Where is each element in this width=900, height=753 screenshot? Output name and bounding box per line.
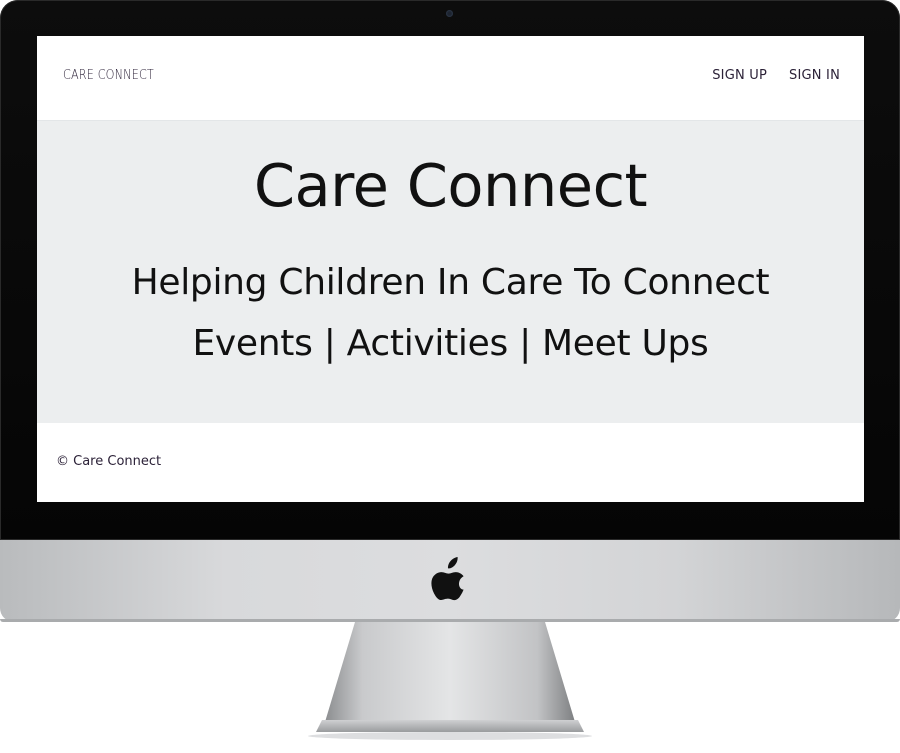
monitor-mockup: CARE CONNECT SIGN UP SIGN IN Care Connec… — [0, 0, 900, 753]
hero-subtitle: Helping Children In Care To Connect — [131, 262, 770, 303]
hero-tagline: Events | Activities | Meet Ups — [192, 323, 709, 364]
website-screen: CARE CONNECT SIGN UP SIGN IN Care Connec… — [37, 36, 864, 502]
monitor-stand — [308, 622, 592, 740]
apple-logo-icon — [431, 557, 464, 601]
copyright-text: © Care Connect — [56, 454, 162, 469]
nav-links: SIGN UP SIGN IN — [712, 68, 840, 83]
hero-jumbotron: Care Connect Helping Children In Care To… — [37, 121, 864, 423]
footer: © Care Connect — [37, 423, 864, 502]
sign-in-link[interactable]: SIGN IN — [789, 68, 840, 83]
camera-icon — [446, 10, 453, 17]
sign-up-link[interactable]: SIGN UP — [712, 68, 767, 83]
navbar: CARE CONNECT SIGN UP SIGN IN — [37, 36, 864, 121]
hero-title: Care Connect — [253, 151, 648, 220]
brand-link[interactable]: CARE CONNECT — [63, 68, 154, 83]
